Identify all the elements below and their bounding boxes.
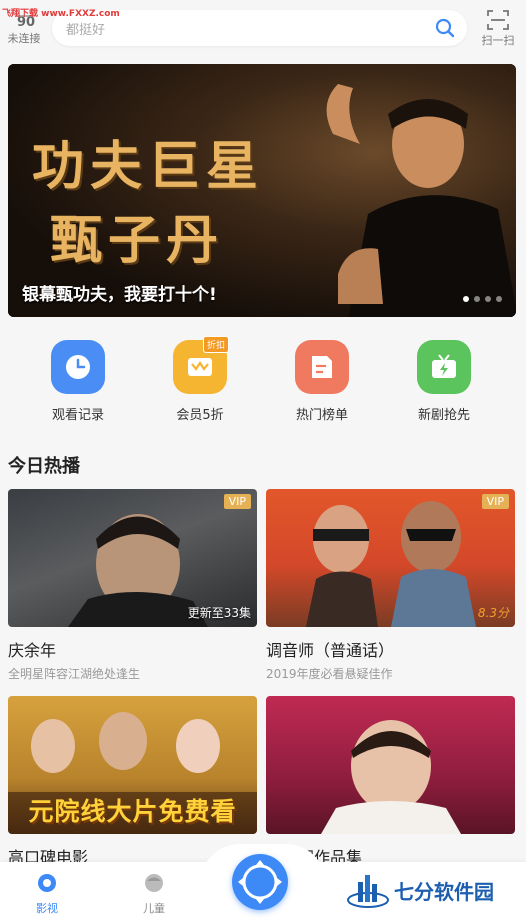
video-card[interactable]: 元院线大片免费看 高口碑电影 (8, 696, 257, 868)
nav-label: 影视 (36, 902, 58, 915)
quick-entry-label: 会员5折 (176, 408, 224, 423)
hero-banner[interactable]: 功夫巨星 甄子丹 银幕甄功夫，我要打十个! (8, 64, 516, 317)
bottom-nav: 影视 儿童 七分软件园 (0, 844, 526, 920)
scan-icon (487, 10, 509, 30)
nav-tab-kids[interactable]: 儿童 (124, 872, 184, 916)
section-title: 今日热播 (8, 456, 80, 477)
watermark: 飞翔下载 www.FXXZ.com (2, 9, 120, 19)
vip-badge: VIP (481, 494, 509, 509)
quick-entries: 观看记录 折扣 会员5折 热门榜单 新剧抢先 (0, 336, 526, 430)
nav-tab-movies[interactable]: 影视 (17, 872, 77, 916)
kids-icon (145, 874, 163, 892)
scan-label: 扫一扫 (481, 34, 515, 47)
search-icon[interactable] (435, 18, 455, 38)
video-thumbnail[interactable]: VIP 更新至33集 (8, 489, 257, 627)
pager-dot[interactable] (496, 296, 502, 302)
video-title[interactable]: 调音师（普通话） (266, 637, 515, 661)
banner-figure-image (326, 84, 516, 317)
quick-entry-label: 热门榜单 (295, 408, 348, 423)
quick-entry-history[interactable]: 观看记录 (33, 340, 123, 423)
discount-badge: 折扣 (202, 336, 229, 353)
video-thumbnail[interactable]: VIP 8.3分 (266, 489, 515, 627)
list-icon (312, 356, 332, 378)
brand-logo: 七分软件园 (346, 870, 494, 910)
connection-label: 未连接 (7, 32, 41, 45)
tv-flash-icon (432, 354, 456, 378)
nav-label: 儿童 (143, 902, 165, 915)
episode-note: 更新至33集 (187, 606, 251, 620)
vip-badge: VIP (223, 494, 251, 509)
banner-caption: 银幕甄功夫，我要打十个! (22, 285, 217, 305)
app-home: 飞翔下载 www.FXXZ.com 90 未连接 都挺好 扫一扫 功夫巨星 甄子… (0, 0, 526, 920)
dpad-icon (238, 860, 282, 904)
video-thumbnail[interactable] (266, 696, 515, 834)
scan-button[interactable]: 扫一扫 (478, 10, 518, 48)
video-title[interactable]: 庆余年 (8, 637, 257, 661)
brand-text: 七分软件园 (394, 879, 494, 904)
video-subtitle: 2019年度必看悬疑佳作 (266, 667, 393, 681)
quick-entry-ranking[interactable]: 热门榜单 (277, 340, 367, 423)
video-icon (38, 874, 56, 892)
video-subtitle: 全明星阵容江湖绝处逢生 (8, 667, 141, 681)
video-card[interactable]: VIP 更新至33集 庆余年 全明星阵容江湖绝处逢生 (8, 489, 257, 682)
crown-icon (188, 358, 212, 376)
video-card[interactable]: VIP 8.3分 调音师（普通话） 2019年度必看悬疑佳作 (266, 489, 515, 682)
video-thumbnail[interactable]: 元院线大片免费看 (8, 696, 257, 834)
banner-title-line1: 功夫巨星 (32, 136, 265, 197)
search-placeholder: 都挺好 (66, 23, 106, 38)
building-logo-icon (347, 875, 389, 908)
thumbnail-image (321, 720, 461, 834)
vip-icon-tile: 折扣 (173, 336, 229, 394)
quick-entry-new-series[interactable]: 新剧抢先 (399, 340, 489, 423)
history-icon-tile (51, 340, 105, 394)
quick-entry-label: 新剧抢先 (417, 408, 470, 423)
banner-title-line2: 甄子丹 (50, 210, 225, 271)
pager-dot[interactable] (474, 296, 480, 302)
remote-control-button[interactable] (232, 854, 288, 910)
pager-dot[interactable] (463, 296, 469, 302)
quick-entry-vip[interactable]: 折扣 会员5折 (155, 336, 245, 423)
video-card[interactable]: 郭德纲作品集 (266, 696, 515, 868)
banner-pager (463, 296, 502, 302)
clock-icon (66, 355, 90, 379)
quick-entry-label: 观看记录 (51, 408, 104, 423)
poster-slogan: 元院线大片免费看 (28, 797, 237, 826)
pager-dot[interactable] (485, 296, 491, 302)
rating-score: 8.3分 (477, 606, 509, 620)
new-series-icon-tile (417, 340, 471, 394)
ranking-icon-tile (295, 340, 349, 394)
